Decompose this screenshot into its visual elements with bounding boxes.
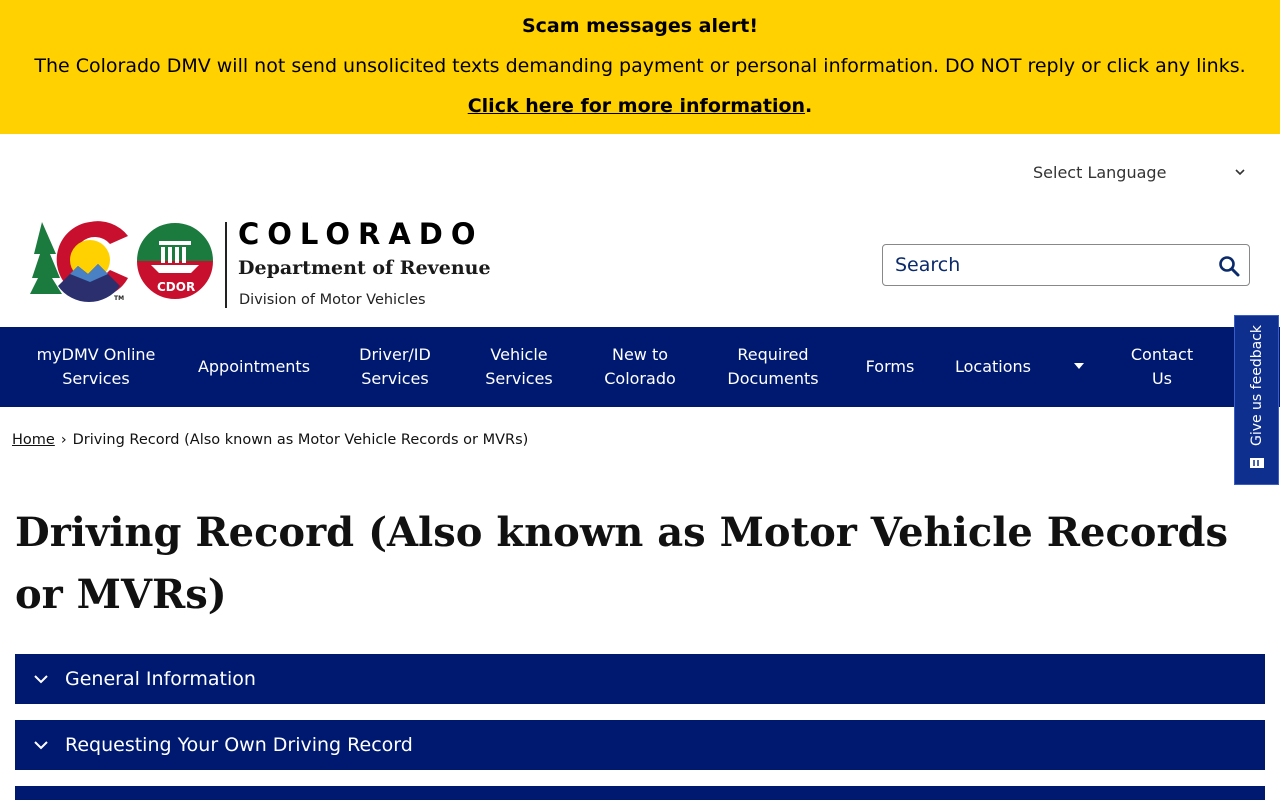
nav-label-line-1: Required [737, 345, 809, 364]
logo-divider [225, 222, 227, 308]
feedback-icon [1249, 458, 1264, 468]
nav-label-line-1: Driver/ID [359, 345, 431, 364]
nav-label-line-2: Us [1151, 369, 1173, 388]
search-box [882, 244, 1250, 286]
colorado-c-logo-icon: TM [30, 221, 128, 303]
search-input[interactable] [883, 246, 1203, 284]
nav-item-new-to-colorado[interactable]: New to Colorado [590, 327, 690, 407]
alert-link-row: Click here for more information. [0, 95, 1280, 117]
nav-item-contact-us[interactable]: Contact Us [1118, 327, 1206, 407]
nav-label-line-1: New to [611, 345, 669, 364]
nav-label-line-1: myDMV Online [36, 345, 156, 364]
nav-item-driver-id-services[interactable]: Driver/ID Services [340, 327, 450, 407]
logo-division: Division of Motor Vehicles [239, 292, 426, 308]
accordion-requesting-own-record[interactable]: Requesting Your Own Driving Record [15, 720, 1265, 770]
nav-label-line-2: Colorado [604, 369, 676, 388]
nav-label-line-1: Contact [1130, 345, 1194, 364]
colorado-dor-logo[interactable]: TM CDOR COLORADO Department of Revenue D… [28, 217, 498, 313]
accordion-label: Requesting Your Own Driving Record [65, 734, 413, 756]
logo-department: Department of Revenue [238, 257, 491, 279]
alert-link-suffix: . [805, 95, 813, 117]
nav-item-forms[interactable]: Forms [852, 327, 928, 407]
alert-body: The Colorado DMV will not send unsolicit… [34, 55, 1246, 77]
feedback-label: Give us feedback [1248, 324, 1265, 446]
chevron-down-icon [34, 741, 48, 750]
cdor-seal-icon: CDOR [135, 221, 215, 301]
page-title: Driving Record (Also known as Motor Vehi… [15, 509, 1229, 618]
logo-wordmark: COLORADO [238, 217, 484, 251]
nav-label-line-2: Documents [727, 369, 819, 388]
cdor-badge-text: CDOR [157, 280, 195, 294]
chevron-down-icon [34, 675, 48, 684]
nav-label-line-1: Locations [954, 357, 1031, 376]
language-select[interactable]: Select Language [1020, 156, 1260, 188]
alert-title: Scam messages alert! [521, 15, 759, 37]
breadcrumb-separator: › [60, 432, 67, 448]
breadcrumb-current: Driving Record (Also known as Motor Vehi… [72, 432, 529, 448]
nav-label-line-1: Forms [865, 357, 915, 376]
breadcrumb-home-link[interactable]: Home [12, 432, 55, 448]
nav-item-vehicle-services[interactable]: Vehicle Services [470, 327, 568, 407]
breadcrumb: Home › Driving Record (Also known as Motor… [12, 432, 528, 448]
nav-item-locations[interactable]: Locations [944, 327, 1042, 407]
scam-alert-banner: Scam messages alert! The Colorado DMV wi… [0, 0, 1280, 134]
locations-caret-down-icon[interactable] [1072, 361, 1086, 371]
accordion-general-information[interactable]: General Information [15, 654, 1265, 704]
chevron-down-icon [1235, 169, 1245, 176]
nav-label-line-1: Appointments [197, 357, 311, 376]
nav-label-line-2: Services [361, 369, 429, 388]
nav-label-line-1: Vehicle [490, 345, 548, 364]
search-icon[interactable] [1217, 254, 1241, 278]
nav-label-line-2: Services [62, 369, 130, 388]
nav-item-required-documents[interactable]: Required Documents [712, 327, 834, 407]
nav-label-line-2: Services [485, 369, 553, 388]
tm-mark: TM [114, 295, 124, 302]
alert-more-info-link[interactable]: Click here for more information [468, 95, 805, 117]
feedback-tab[interactable]: Give us feedback [1234, 315, 1279, 485]
accordion-label: General Information [65, 668, 256, 690]
language-select-label: Select Language [1033, 162, 1167, 182]
accordion-partial[interactable] [15, 786, 1265, 800]
nav-item-mydmv-online-services[interactable]: myDMV Online Services [22, 327, 170, 407]
main-navigation: myDMV Online Services Appointments Driver… [0, 327, 1280, 407]
nav-item-appointments[interactable]: Appointments [186, 327, 322, 407]
